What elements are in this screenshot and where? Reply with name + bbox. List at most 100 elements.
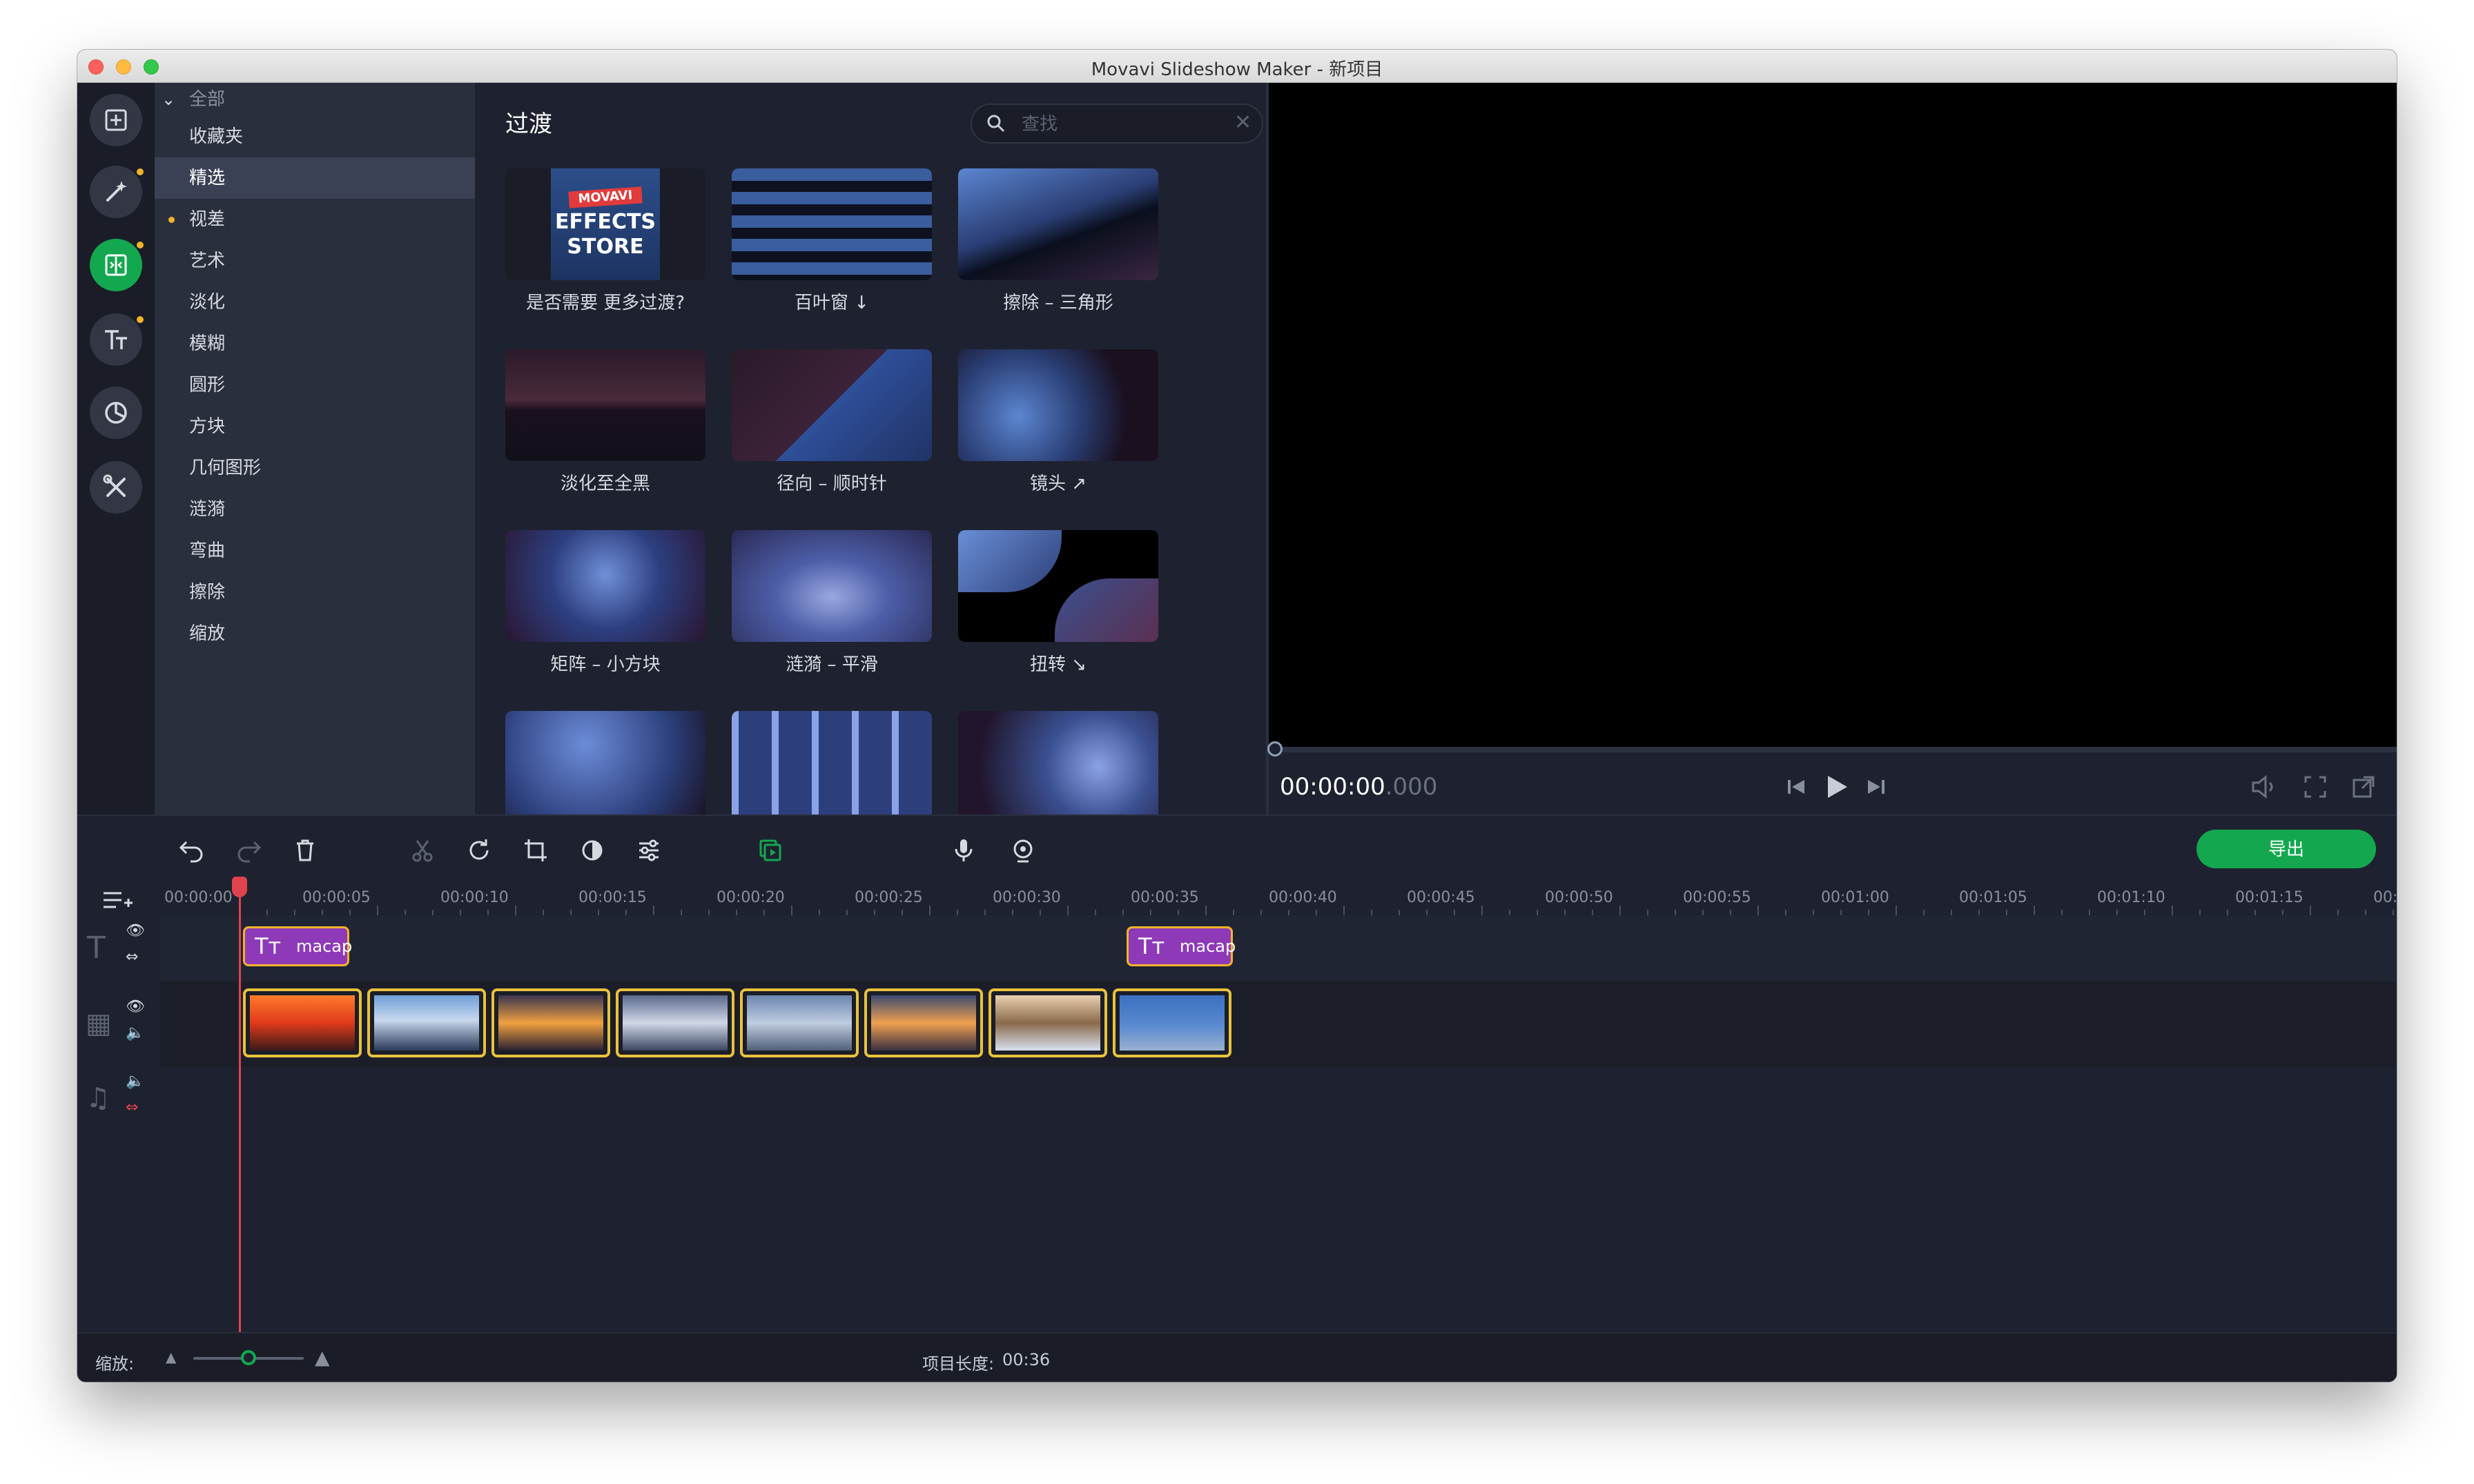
video-clip[interactable] [243, 988, 362, 1057]
crop-button[interactable] [518, 832, 554, 868]
visibility-toggle-icon[interactable]: 👁 [126, 922, 145, 939]
record-audio-button[interactable] [946, 832, 982, 868]
category-item[interactable]: 视差 [155, 199, 475, 240]
category-label: 涟漪 [189, 499, 226, 520]
category-item-selected[interactable]: 精选 [155, 157, 475, 199]
visibility-toggle-icon[interactable]: 👁 [126, 998, 145, 1015]
playhead-line[interactable] [239, 883, 241, 1382]
video-clip[interactable] [367, 988, 486, 1057]
transition-thumbnail[interactable] [958, 711, 1158, 814]
category-item[interactable]: 涟漪 [155, 489, 475, 530]
video-clip[interactable] [616, 988, 734, 1057]
zoom-slider-knob[interactable] [241, 1350, 256, 1365]
video-clip[interactable] [864, 988, 983, 1057]
delete-button[interactable] [287, 832, 323, 868]
play-button[interactable] [1820, 770, 1853, 803]
preview-player[interactable] [1266, 83, 2397, 814]
transition-thumbnail[interactable] [505, 711, 705, 814]
text-track-icon: T [87, 930, 106, 966]
import-files-button[interactable] [90, 94, 142, 146]
link-icon[interactable]: ⇔ [126, 948, 138, 966]
category-label: 收藏夹 [189, 126, 244, 147]
mute-icon[interactable]: 🔈 [126, 1073, 144, 1090]
volume-button[interactable] [2249, 773, 2279, 801]
detach-preview-button[interactable] [2350, 773, 2377, 801]
transition-thumbnail[interactable] [732, 349, 932, 461]
video-clip[interactable] [1113, 988, 1231, 1057]
fullscreen-button[interactable] [2301, 773, 2329, 801]
chevron-down-icon: ⌄ [162, 90, 176, 109]
undo-button[interactable] [174, 832, 210, 868]
more-tools-button[interactable] [90, 461, 142, 514]
category-item[interactable]: 几何图形 [155, 447, 475, 489]
playhead-handle[interactable] [232, 877, 247, 897]
category-item[interactable]: 模糊 [155, 323, 475, 364]
add-track-button[interactable] [101, 888, 134, 912]
zoom-in-icon[interactable]: ▲ [315, 1346, 330, 1369]
ruler-tick [819, 910, 820, 915]
transitions-button[interactable] [90, 239, 142, 291]
stickers-button[interactable] [90, 387, 142, 439]
filters-button[interactable] [90, 166, 142, 218]
search-box[interactable]: ✕ [971, 104, 1263, 144]
timeline-ruler[interactable]: 00:00:00 00:00:05 00:00:10 00:00:15 00:00:20… [77, 883, 2397, 915]
transition-thumbnail[interactable] [958, 349, 1158, 461]
category-item[interactable]: 淡化 [155, 282, 475, 323]
category-item[interactable]: 收藏夹 [155, 116, 475, 157]
ruler-tick [1951, 910, 1952, 915]
title-clip[interactable]: Tт macap [243, 926, 352, 966]
ruler-tick [2061, 910, 2063, 915]
record-webcam-button[interactable] [1005, 832, 1041, 868]
ruler-tick [1757, 906, 1759, 915]
transition-thumbnail[interactable] [958, 530, 1158, 642]
zoom-out-icon[interactable]: ▲ [166, 1349, 176, 1365]
video-clip[interactable] [491, 988, 610, 1057]
category-label: 缩放 [189, 623, 226, 644]
category-label: 圆形 [189, 375, 226, 396]
skip-forward-button[interactable] [1862, 773, 1890, 801]
export-button[interactable]: 导出 [2197, 830, 2376, 868]
skip-back-button[interactable] [1782, 773, 1810, 801]
titles-button[interactable] [90, 313, 142, 366]
category-item[interactable]: 缩放 [155, 613, 475, 654]
redo-button[interactable] [231, 832, 266, 868]
video-clip[interactable] [988, 988, 1107, 1057]
category-item[interactable]: 方块 [155, 406, 475, 447]
crop-icon [525, 839, 547, 861]
color-adjust-button[interactable] [574, 832, 610, 868]
rotate-button[interactable] [461, 832, 497, 868]
text-clip-icon: Tт [1138, 933, 1165, 959]
transition-thumbnail[interactable] [505, 530, 705, 642]
video-clip[interactable] [740, 988, 859, 1057]
ruler-tick [1426, 910, 1428, 915]
ruler-tick [846, 910, 848, 915]
transition-label: 百叶窗 ↓ [794, 293, 870, 313]
playback-progress-bar[interactable] [1267, 741, 2397, 756]
link-icon[interactable]: ⇔ [126, 1099, 138, 1116]
category-label: 精选 [189, 168, 226, 188]
category-item[interactable]: 艺术 [155, 240, 475, 282]
effects-store-thumbnail[interactable]: MOVAVI EFFECTS STORE [505, 168, 705, 280]
category-all[interactable]: ⌄ 全部 [155, 83, 475, 116]
zoom-slider[interactable] [193, 1350, 304, 1365]
transition-thumbnail[interactable] [958, 168, 1158, 280]
transition-thumbnail[interactable] [732, 530, 932, 642]
search-input[interactable] [1020, 112, 1220, 137]
transition-thumbnail[interactable] [732, 711, 932, 814]
category-item[interactable]: 弯曲 [155, 530, 475, 572]
category-item[interactable]: 擦除 [155, 572, 475, 613]
transition-thumbnail[interactable] [505, 349, 705, 461]
slideshow-wizard-button[interactable] [752, 832, 788, 868]
mute-icon[interactable]: 🔈 [126, 1024, 144, 1042]
ruler-tick [1647, 910, 1648, 915]
ruler-tick [2254, 910, 2256, 915]
progress-handle[interactable] [1267, 741, 1283, 756]
title-clip[interactable]: Tт macap [1127, 926, 1236, 966]
transition-thumbnail[interactable] [732, 168, 932, 280]
cut-button[interactable] [405, 832, 440, 868]
category-item[interactable]: 圆形 [155, 364, 475, 406]
ruler-tick [570, 910, 572, 915]
ruler-tick [957, 910, 958, 915]
clear-search-icon[interactable]: ✕ [1234, 110, 1251, 135]
clip-properties-button[interactable] [631, 832, 667, 868]
